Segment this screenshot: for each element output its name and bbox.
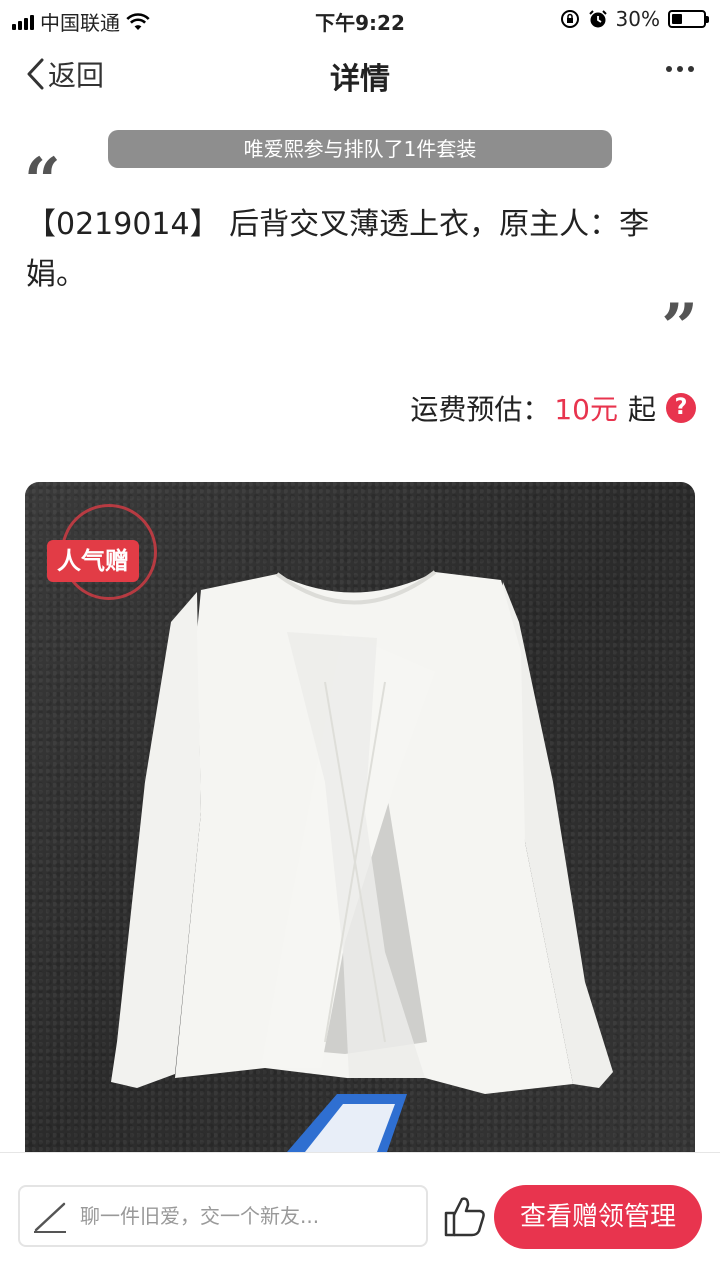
status-left: 中国联通 (12, 7, 150, 36)
battery-percent: 30% (615, 7, 660, 31)
shipping-label: 运费预估： (410, 393, 551, 426)
view-gift-management-button[interactable]: 查看赠领管理 (494, 1185, 702, 1249)
status-right: 30% (560, 7, 709, 31)
back-button[interactable]: 返回 (24, 54, 104, 94)
question-circle-icon[interactable]: ? (666, 393, 696, 423)
signal-icon (12, 14, 34, 30)
back-label: 返回 (48, 59, 105, 92)
close-quote-icon: ” (661, 290, 698, 365)
shipping-price: 10元 (554, 393, 618, 426)
chevron-left-icon (27, 58, 44, 90)
page-title: 详情 (330, 62, 390, 97)
queue-toast: 唯爱熙参与排队了1件套装 (108, 130, 612, 168)
alarm-icon (588, 10, 607, 28)
bottom-bar: 查看赠领管理 (0, 1152, 720, 1280)
item-description: 【0219014】 后背交叉薄透上衣，原主人：李娟。 (26, 207, 650, 292)
product-photo[interactable]: 人气赠 (25, 482, 695, 1152)
comment-input[interactable] (78, 1203, 412, 1229)
comment-box[interactable] (18, 1185, 428, 1247)
popular-gift-badge: 人气赠 (47, 504, 157, 614)
shipping-estimate: 运费预估： 10元 起 ? (410, 388, 696, 428)
shipping-suffix: 起 (627, 393, 656, 426)
status-bar: 中国联通 下午9:22 30% (0, 0, 720, 40)
wifi-icon (126, 12, 150, 30)
thumbs-up-icon[interactable] (442, 1193, 488, 1239)
pen-icon (34, 1202, 66, 1233)
badge-label: 人气赠 (47, 540, 139, 582)
carrier-name: 中国联通 (40, 11, 120, 35)
orientation-lock-icon (560, 10, 579, 28)
status-time: 下午9:22 (315, 11, 405, 35)
battery-icon (668, 10, 709, 28)
nav-bar: 返回 详情 (0, 40, 720, 106)
more-dots-icon[interactable] (666, 66, 694, 72)
